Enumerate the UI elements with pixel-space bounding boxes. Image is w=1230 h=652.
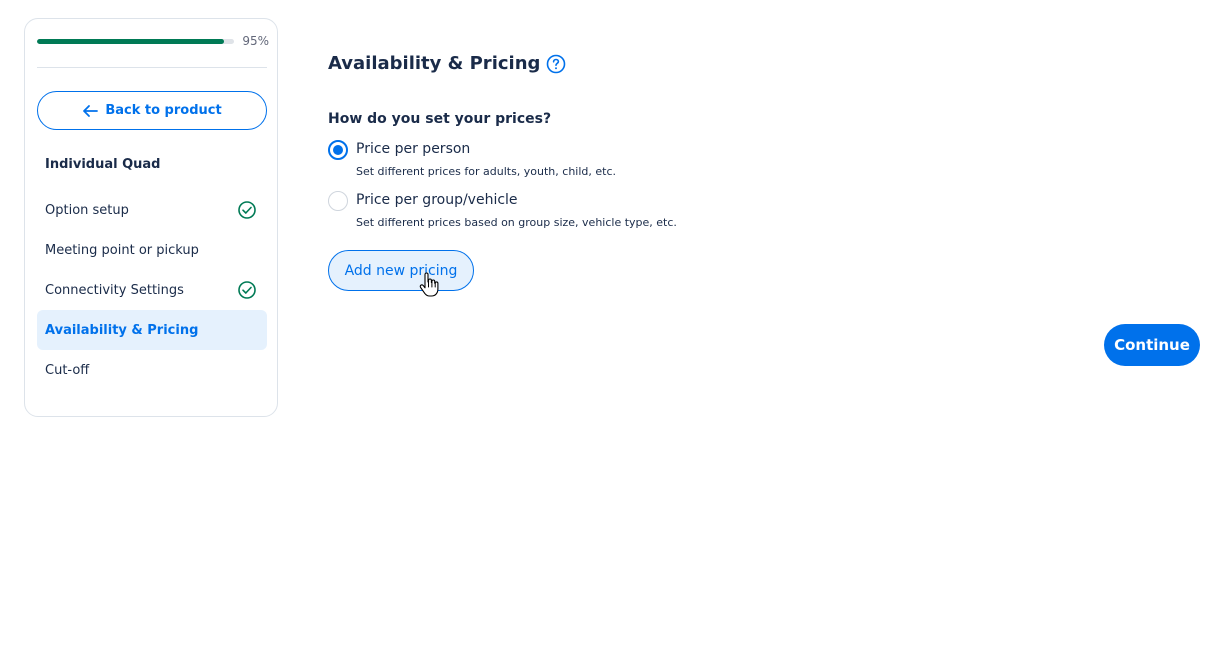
sidebar: 95% Back to product Individual Quad Opti… bbox=[24, 18, 278, 417]
radio-label[interactable]: Price per group/vehicle bbox=[356, 192, 518, 208]
check-circle-icon bbox=[238, 281, 256, 299]
sidebar-item-label: Cut-off bbox=[45, 362, 90, 378]
progress-percentage: 95% bbox=[242, 34, 269, 48]
sidebar-item-label: Connectivity Settings bbox=[45, 282, 184, 298]
progress-fill bbox=[37, 39, 225, 44]
sidebar-item-availability-pricing[interactable]: Availability & Pricing bbox=[37, 310, 267, 350]
back-to-product-label: Back to product bbox=[105, 103, 222, 118]
progress: 95% bbox=[37, 33, 269, 49]
page-title: Availability & Pricing bbox=[328, 53, 541, 74]
sidebar-item-cut-off[interactable]: Cut-off bbox=[37, 350, 267, 390]
check-circle-icon bbox=[238, 201, 256, 219]
back-to-product-button[interactable]: Back to product bbox=[37, 91, 267, 130]
radio-description: Set different prices based on group size… bbox=[356, 216, 677, 229]
sidebar-item-label: Meeting point or pickup bbox=[45, 242, 199, 258]
add-new-pricing-button[interactable]: Add new pricing bbox=[328, 250, 474, 291]
divider bbox=[37, 67, 267, 68]
sidebar-item-label: Availability & Pricing bbox=[45, 322, 199, 338]
page-title-row: Availability & Pricing bbox=[328, 53, 566, 74]
radio-button-price-per-group[interactable] bbox=[328, 191, 348, 211]
sidebar-item-option-setup[interactable]: Option setup bbox=[37, 190, 267, 230]
product-title: Individual Quad bbox=[45, 157, 161, 172]
progress-bar bbox=[37, 39, 234, 44]
radio-label[interactable]: Price per person bbox=[356, 141, 470, 157]
continue-button[interactable]: Continue bbox=[1104, 324, 1200, 366]
question-circle-icon[interactable] bbox=[546, 54, 566, 74]
sidebar-item-meeting-point[interactable]: Meeting point or pickup bbox=[37, 230, 267, 270]
arrow-left-icon bbox=[83, 104, 99, 117]
sidebar-item-connectivity-settings[interactable]: Connectivity Settings bbox=[37, 270, 267, 310]
sidebar-item-label: Option setup bbox=[45, 202, 129, 218]
radio-description: Set different prices for adults, youth, … bbox=[356, 165, 617, 178]
radio-button-price-per-person[interactable] bbox=[328, 140, 348, 160]
pricing-question: How do you set your prices? bbox=[328, 111, 552, 127]
